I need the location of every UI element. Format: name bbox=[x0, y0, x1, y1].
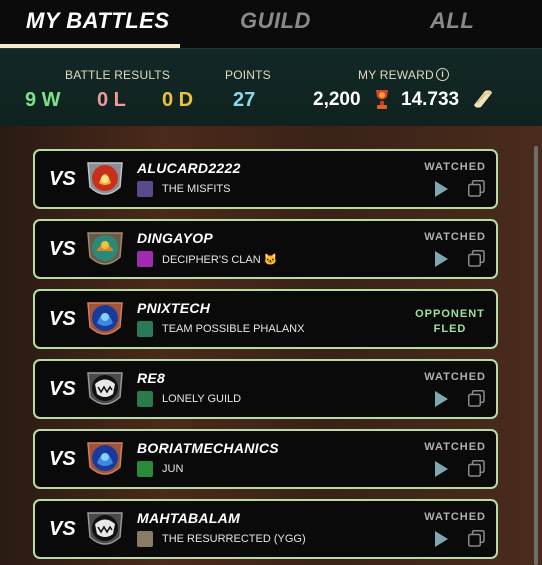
guild-name[interactable]: LONELY GUILD bbox=[162, 393, 241, 405]
play-icon[interactable] bbox=[433, 250, 449, 268]
list-scrollbar[interactable] bbox=[534, 146, 538, 565]
copy-icon[interactable] bbox=[468, 530, 485, 547]
info-icon[interactable]: i bbox=[436, 68, 449, 81]
points-value: 27 bbox=[233, 89, 256, 111]
draws-count: 0 D bbox=[162, 89, 194, 111]
losses-count: 0 L bbox=[97, 89, 126, 111]
play-icon[interactable] bbox=[433, 180, 449, 198]
battle-card[interactable]: VS RE8 LONELY GUILD WATCHED bbox=[33, 359, 498, 419]
copy-icon[interactable] bbox=[468, 250, 485, 267]
battle-summary: BATTLE RESULTS 9 W 0 L 0 D POINTS 27 MY … bbox=[0, 48, 542, 126]
fire-avatar[interactable] bbox=[82, 157, 128, 203]
battle-card[interactable]: VS PNIXTECH TEAM POSSIBLE PHALANX OPPONE… bbox=[33, 289, 498, 349]
guild-name[interactable]: TEAM POSSIBLE PHALANX bbox=[162, 323, 304, 335]
monster-avatar[interactable] bbox=[82, 367, 128, 413]
opponent-name[interactable]: RE8 bbox=[137, 370, 165, 386]
status-watched: WATCHED bbox=[424, 161, 486, 173]
vs-label: VS bbox=[49, 378, 76, 400]
water-avatar[interactable] bbox=[82, 437, 128, 483]
opponent-name[interactable]: DINGAYOP bbox=[137, 230, 213, 246]
copy-icon[interactable] bbox=[468, 180, 485, 197]
vs-label: VS bbox=[49, 238, 76, 260]
battle-card[interactable]: VS DINGAYOP DECIPHER'S CLAN 🐱 WATCHED bbox=[33, 219, 498, 279]
guild-icon bbox=[137, 461, 153, 477]
wins-count: 9 W bbox=[25, 89, 61, 111]
play-icon[interactable] bbox=[433, 530, 449, 548]
tab-my-battles[interactable]: MY BATTLES bbox=[26, 8, 170, 34]
earth-avatar[interactable] bbox=[82, 227, 128, 273]
battle-tabs: MY BATTLES GUILD ALL bbox=[0, 0, 542, 48]
trophy-icon bbox=[376, 90, 388, 109]
battle-card[interactable]: VS ALUCARD2222 THE MISFITS WATCHED bbox=[33, 149, 498, 209]
guild-icon bbox=[137, 391, 153, 407]
battle-results-label: BATTLE RESULTS bbox=[65, 68, 171, 82]
water-avatar[interactable] bbox=[82, 297, 128, 343]
tab-guild[interactable]: GUILD bbox=[240, 8, 311, 34]
vs-label: VS bbox=[49, 168, 76, 190]
guild-name[interactable]: JUN bbox=[162, 463, 183, 475]
guild-icon bbox=[137, 321, 153, 337]
battle-card[interactable]: VS MAHTABALAM THE RESURRECTED (YGG) WATC… bbox=[33, 499, 498, 559]
opponent-name[interactable]: MAHTABALAM bbox=[137, 510, 240, 526]
monster-avatar[interactable] bbox=[82, 507, 128, 553]
status-watched: WATCHED bbox=[424, 371, 486, 383]
guild-name[interactable]: THE RESURRECTED (YGG) bbox=[162, 533, 306, 545]
guild-icon bbox=[137, 181, 153, 197]
vs-label: VS bbox=[49, 518, 76, 540]
battle-card[interactable]: VS BORIATMECHANICS JUN WATCHED bbox=[33, 429, 498, 489]
opponent-name[interactable]: ALUCARD2222 bbox=[137, 160, 241, 176]
opponent-name[interactable]: BORIATMECHANICS bbox=[137, 440, 279, 456]
vs-label: VS bbox=[49, 448, 76, 470]
guild-name[interactable]: THE MISFITS bbox=[162, 183, 230, 195]
status-watched: WATCHED bbox=[424, 231, 486, 243]
status-watched: WATCHED bbox=[424, 511, 486, 523]
tab-all[interactable]: ALL bbox=[430, 8, 474, 34]
guild-icon bbox=[137, 531, 153, 547]
vs-label: VS bbox=[49, 308, 76, 330]
status-text: OPPONENT FLED bbox=[415, 308, 485, 335]
play-icon[interactable] bbox=[433, 390, 449, 408]
play-icon[interactable] bbox=[433, 460, 449, 478]
guild-icon bbox=[137, 251, 153, 267]
status-watched: WATCHED bbox=[424, 441, 486, 453]
guild-name[interactable]: DECIPHER'S CLAN 🐱 bbox=[162, 253, 277, 266]
status-opponent-fled: OPPONENT FLED bbox=[415, 307, 485, 337]
my-reward-label: MY REWARD bbox=[358, 68, 434, 82]
scroll-icon bbox=[474, 90, 492, 108]
opponent-name[interactable]: PNIXTECH bbox=[137, 300, 210, 316]
reward-amount: 2,200 bbox=[313, 89, 361, 110]
copy-icon[interactable] bbox=[468, 460, 485, 477]
points-label: POINTS bbox=[225, 68, 271, 82]
reward-secondary: 14.733 bbox=[401, 89, 460, 110]
copy-icon[interactable] bbox=[468, 390, 485, 407]
